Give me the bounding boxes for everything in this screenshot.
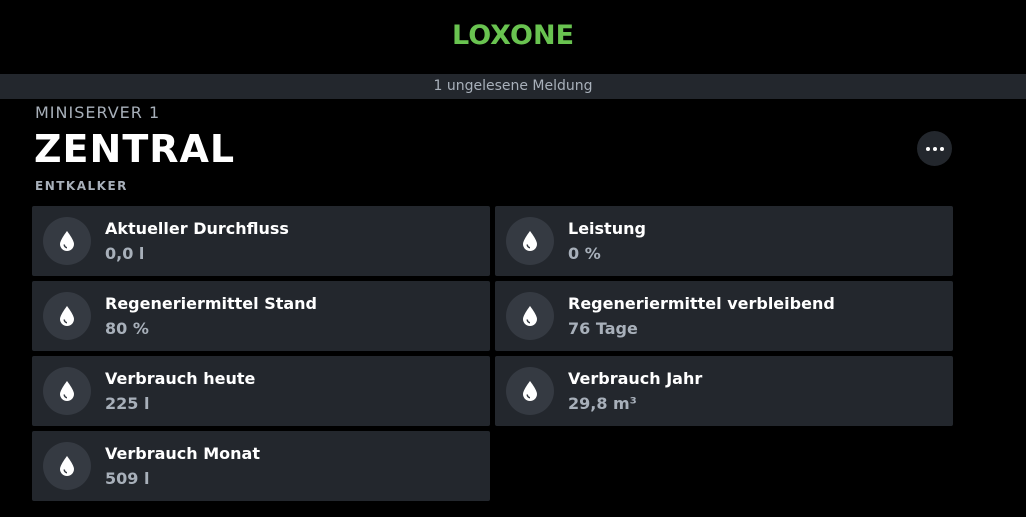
top-bar: LOXONE [0, 0, 1026, 74]
tile-value: 80 % [105, 319, 149, 338]
unread-notification-bar[interactable]: 1 ungelesene Meldung [0, 74, 1026, 99]
tile-label: Verbrauch Monat [105, 444, 260, 463]
water-drop-icon [506, 292, 554, 340]
loxone-logo: LOXONE [451, 20, 575, 51]
water-drop-icon [43, 217, 91, 265]
control-subtitle: ENTKALKER [35, 179, 128, 193]
water-drop-icon [506, 367, 554, 415]
tile-label: Regeneriermittel verbleibend [568, 294, 835, 313]
tile-value: 76 Tage [568, 319, 638, 338]
page-title: ZENTRAL [34, 127, 236, 171]
water-drop-icon [506, 217, 554, 265]
tile-verbrauch-heute[interactable]: Verbrauch heute 225 l [32, 356, 490, 426]
tile-verbrauch-monat[interactable]: Verbrauch Monat 509 l [32, 431, 490, 501]
tile-verbrauch-jahr[interactable]: Verbrauch Jahr 29,8 m³ [495, 356, 953, 426]
more-dot [926, 147, 930, 151]
water-drop-icon [43, 442, 91, 490]
tile-value: 0,0 l [105, 244, 145, 263]
tile-value: 509 l [105, 469, 150, 488]
water-drop-icon [43, 367, 91, 415]
more-dot [940, 147, 944, 151]
tile-label: Verbrauch Jahr [568, 369, 703, 388]
tile-label: Regeneriermittel Stand [105, 294, 318, 313]
more-options-button[interactable] [917, 131, 952, 166]
water-drop-icon [43, 292, 91, 340]
tile-regeneriermittel-verbleibend[interactable]: Regeneriermittel verbleibend 76 Tage [495, 281, 953, 351]
tile-value: 0 % [568, 244, 601, 263]
tile-label: Aktueller Durchfluss [105, 219, 289, 238]
tile-leistung[interactable]: Leistung 0 % [495, 206, 953, 276]
tile-aktueller-durchfluss[interactable]: Aktueller Durchfluss 0,0 l [32, 206, 490, 276]
tile-label: Verbrauch heute [105, 369, 256, 388]
miniserver-label: MINISERVER 1 [35, 103, 161, 122]
tile-regeneriermittel-stand[interactable]: Regeneriermittel Stand 80 % [32, 281, 490, 351]
tile-value: 225 l [105, 394, 150, 413]
more-dot [933, 147, 937, 151]
tile-value: 29,8 m³ [568, 394, 637, 413]
tile-label: Leistung [568, 219, 646, 238]
